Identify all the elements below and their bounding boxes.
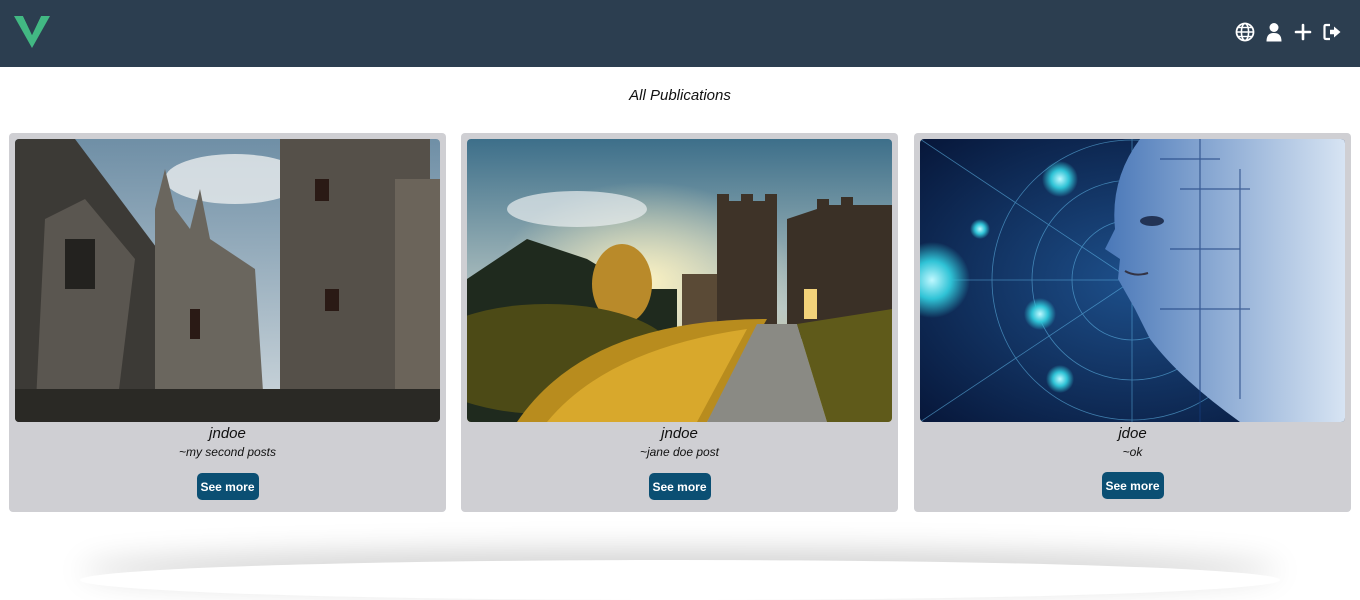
publication-card: jdoe ~ok See more [914, 133, 1351, 512]
publication-card: jndoe ~my second posts See more [9, 133, 446, 512]
footer-shadow [80, 560, 1280, 600]
publication-card: jndoe ~jane doe post See more [461, 133, 898, 512]
post-image[interactable] [15, 139, 440, 422]
nav-icons [1235, 22, 1342, 42]
card-author: jdoe [1118, 425, 1147, 442]
see-more-button[interactable]: See more [648, 473, 711, 500]
card-description: ~jane doe post [639, 445, 720, 459]
post-image[interactable] [467, 139, 892, 422]
logout-icon[interactable] [1322, 22, 1342, 42]
plus-icon[interactable] [1293, 22, 1313, 42]
see-more-button[interactable]: See more [196, 473, 259, 500]
post-image[interactable] [920, 139, 1345, 422]
card-description: ~my second posts [178, 445, 277, 459]
vue-logo-icon[interactable] [14, 16, 50, 48]
globe-icon[interactable] [1235, 22, 1255, 42]
page-title: All Publications [629, 87, 731, 104]
card-author: jndoe [209, 425, 246, 442]
card-author: jndoe [661, 425, 698, 442]
navbar [0, 0, 1360, 67]
user-icon[interactable] [1264, 22, 1284, 42]
see-more-button[interactable]: See more [1101, 472, 1164, 499]
card-description: ~ok [1122, 445, 1143, 459]
